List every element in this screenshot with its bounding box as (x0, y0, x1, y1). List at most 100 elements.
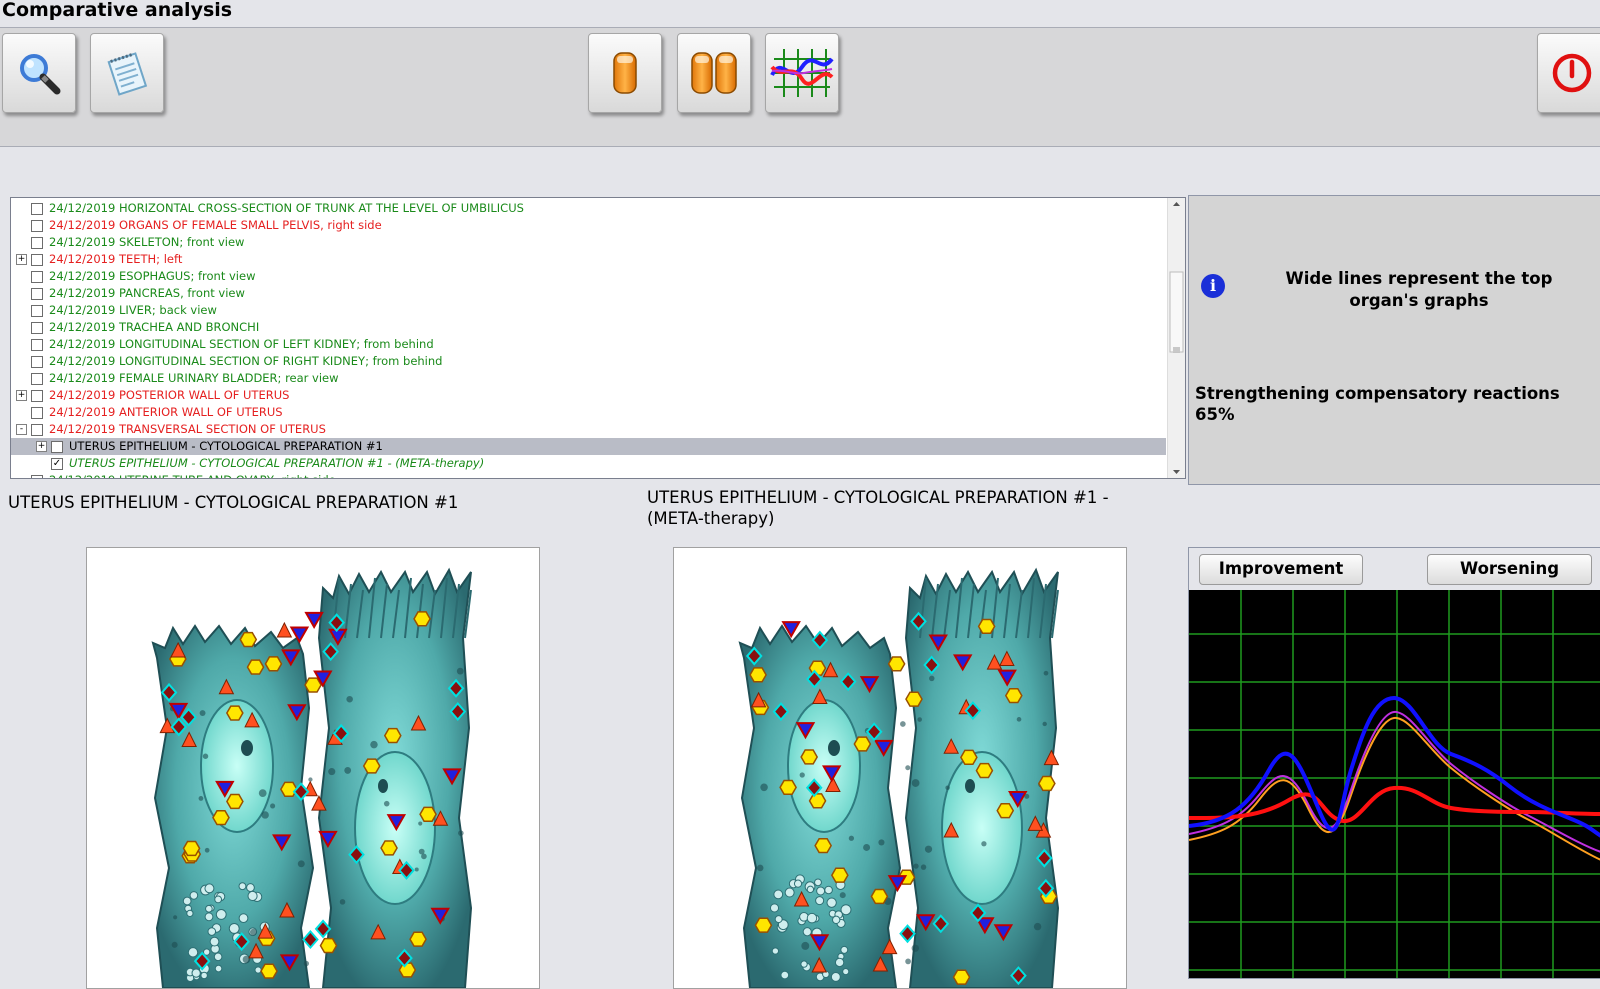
list-item-label: POSTERIOR WALL OF UTERUS (118, 388, 290, 402)
cell-illustration (151, 567, 473, 988)
organ-tree-list[interactable]: 24/12/2019 HORIZONTAL CROSS-SECTION OF T… (10, 197, 1186, 479)
list-item-text: 24/12/2019 FEMALE URINARY BLADDER; rear … (49, 370, 339, 387)
row-checkbox[interactable] (31, 390, 43, 402)
list-item-label: TRANSVERSAL SECTION OF UTERUS (118, 422, 326, 436)
title-bar: Comparative analysis (0, 0, 1600, 28)
list-item-label: TRACHEA AND BRONCHI (118, 320, 260, 334)
row-checkbox[interactable] (31, 475, 43, 478)
list-item-date: 24/12/2019 (49, 337, 116, 351)
row-checkbox[interactable] (31, 322, 43, 334)
row-checkbox[interactable] (31, 424, 43, 436)
notes-button[interactable] (90, 33, 164, 113)
list-item-date: 24/12/2019 (49, 388, 116, 402)
list-item-text: 24/12/2019 ESOPHAGUS; front view (49, 268, 255, 285)
list-item-date: 24/12/2019 (49, 218, 116, 232)
list-scrollbar[interactable] (1167, 198, 1185, 478)
row-checkbox[interactable] (31, 271, 43, 283)
right-cytology-image[interactable] (673, 547, 1127, 989)
graph-icon (770, 49, 834, 97)
list-item-label: HORIZONTAL CROSS-SECTION OF TRUNK AT THE… (118, 201, 524, 215)
list-item-text: 24/12/2019 SKELETON; front view (49, 234, 244, 251)
compensation-value: 65% (1195, 405, 1235, 424)
search-button[interactable] (2, 33, 76, 113)
list-item[interactable]: - 24/12/2019 TRANSVERSAL SECTION OF UTERU… (11, 421, 1166, 438)
row-checkbox[interactable] (31, 254, 43, 266)
expand-icon[interactable]: + (16, 390, 27, 401)
list-item[interactable]: 24/12/2019 HORIZONTAL CROSS-SECTION OF T… (11, 200, 1166, 217)
single-capsule-icon (613, 52, 637, 94)
list-item-text: 24/12/2019 LONGITUDINAL SECTION OF LEFT … (49, 336, 434, 353)
list-item-date: 24/12/2019 (49, 269, 116, 283)
list-item-date: 24/12/2019 (49, 252, 116, 266)
list-item-date: 24/12/2019 (49, 473, 115, 478)
list-item-date: 24/12/2019 (49, 371, 116, 385)
double-view-button[interactable] (677, 33, 751, 113)
row-checkbox[interactable] (31, 373, 43, 385)
list-item[interactable]: 24/12/2019 SKELETON; front view (11, 234, 1166, 251)
row-checkbox[interactable] (51, 441, 63, 453)
row-checkbox[interactable] (31, 288, 43, 300)
list-item[interactable]: +24/12/2019 POSTERIOR WALL OF UTERUS (11, 387, 1166, 404)
row-checkbox[interactable] (31, 305, 43, 317)
row-checkbox[interactable] (31, 356, 43, 368)
list-item[interactable]: 24/12/2019 TRACHEA AND BRONCHI (11, 319, 1166, 336)
row-checkbox[interactable] (31, 203, 43, 215)
list-item-text: UTERUS EPITHELIUM - CYTOLOGICAL PREPARAT… (69, 455, 484, 472)
window-title: Comparative analysis (2, 0, 233, 21)
list-item[interactable]: ✓ UTERUS EPITHELIUM - CYTOLOGICAL PREPARA… (11, 455, 1166, 472)
improvement-button[interactable]: Improvement (1199, 554, 1363, 585)
list-item[interactable]: + UTERUS EPITHELIUM - CYTOLOGICAL PREPARA… (11, 438, 1166, 455)
single-view-button[interactable] (588, 33, 662, 113)
list-item[interactable]: 24/12/2019 ANTERIOR WALL OF UTERUS (11, 404, 1166, 421)
magnifier-icon (20, 54, 61, 95)
list-item[interactable]: 24/12/2019 PANCREAS, front view (11, 285, 1166, 302)
list-item[interactable]: 24/12/2019 LONGITUDINAL SECTION OF LEFT … (11, 336, 1166, 353)
right-image-label: UTERUS EPITHELIUM - CYTOLOGICAL PREPARAT… (647, 488, 1109, 528)
row-checkbox[interactable] (31, 339, 43, 351)
list-item-text: 24/12/2019 LIVER; back view (49, 302, 217, 319)
list-item[interactable]: 24/12/2019 LIVER; back view (11, 302, 1166, 319)
list-item-text: 24/12/2019 TRANSVERSAL SECTION OF UTERUS (49, 421, 326, 438)
list-item-label: UTERINE TUBE AND OVARY; right side (119, 473, 336, 478)
list-item-text: 24/12/2019 UTERINE TUBE AND OVARY; right… (49, 472, 336, 478)
list-item-text: 24/12/2019 POSTERIOR WALL OF UTERUS (49, 387, 289, 404)
expand-icon[interactable]: + (16, 254, 27, 265)
list-item-date: 24/12/2019 (49, 405, 116, 419)
list-item-label: ESOPHAGUS; front view (118, 269, 256, 283)
list-item[interactable]: +24/12/2019 TEETH; left (11, 251, 1166, 268)
list-item-text: 24/12/2019 TRACHEA AND BRONCHI (49, 319, 259, 336)
list-item-label: ANTERIOR WALL OF UTERUS (118, 405, 283, 419)
worsening-button[interactable]: Worsening (1427, 554, 1592, 585)
left-cytology-image[interactable] (86, 547, 540, 989)
list-item[interactable]: 24/12/2019 ORGANS OF FEMALE SMALL PELVIS… (11, 217, 1166, 234)
list-item-text: 24/12/2019 TEETH; left (49, 251, 182, 268)
power-button[interactable] (1537, 33, 1600, 113)
row-checkbox[interactable]: ✓ (51, 458, 63, 470)
list-item[interactable]: 24/12/2019 FEMALE URINARY BLADDER; rear … (11, 370, 1166, 387)
list-item[interactable]: 24/12/2019 ESOPHAGUS; front view (11, 268, 1166, 285)
left-image-label: UTERUS EPITHELIUM - CYTOLOGICAL PREPARAT… (8, 493, 459, 512)
list-item-date: 24/12/2019 (49, 354, 116, 368)
toolbar (0, 28, 1600, 147)
compensation-text: Strengthening compensatory reactions 65% (1195, 383, 1595, 425)
row-checkbox[interactable] (31, 220, 43, 232)
expand-icon[interactable]: + (36, 441, 47, 452)
list-item-text: 24/12/2019 HORIZONTAL CROSS-SECTION OF T… (49, 200, 524, 217)
list-item-label: UTERUS EPITHELIUM - CYTOLOGICAL PREPARAT… (69, 456, 485, 470)
list-item[interactable]: 24/12/2019 UTERINE TUBE AND OVARY; right… (11, 472, 1166, 478)
list-item-label: FEMALE URINARY BLADDER; rear view (118, 371, 339, 385)
list-item[interactable]: 24/12/2019 LONGITUDINAL SECTION OF RIGHT… (11, 353, 1166, 370)
list-item-text: UTERUS EPITHELIUM - CYTOLOGICAL PREPARAT… (69, 438, 383, 455)
list-item-label: UTERUS EPITHELIUM - CYTOLOGICAL PREPARAT… (69, 439, 383, 453)
list-item-label: SKELETON; front view (118, 235, 245, 249)
row-checkbox[interactable] (31, 237, 43, 249)
compensation-label: Strengthening compensatory reactions (1195, 384, 1560, 403)
list-item-label: TEETH; left (118, 252, 183, 266)
list-item-text: 24/12/2019 PANCREAS, front view (49, 285, 245, 302)
graph-view-button[interactable] (765, 33, 839, 113)
info-icon: i (1201, 274, 1225, 298)
list-item-text: 24/12/2019 ANTERIOR WALL OF UTERUS (49, 404, 283, 421)
list-item-label: PANCREAS, front view (118, 286, 245, 300)
row-checkbox[interactable] (31, 407, 43, 419)
collapse-icon[interactable]: - (16, 424, 27, 435)
